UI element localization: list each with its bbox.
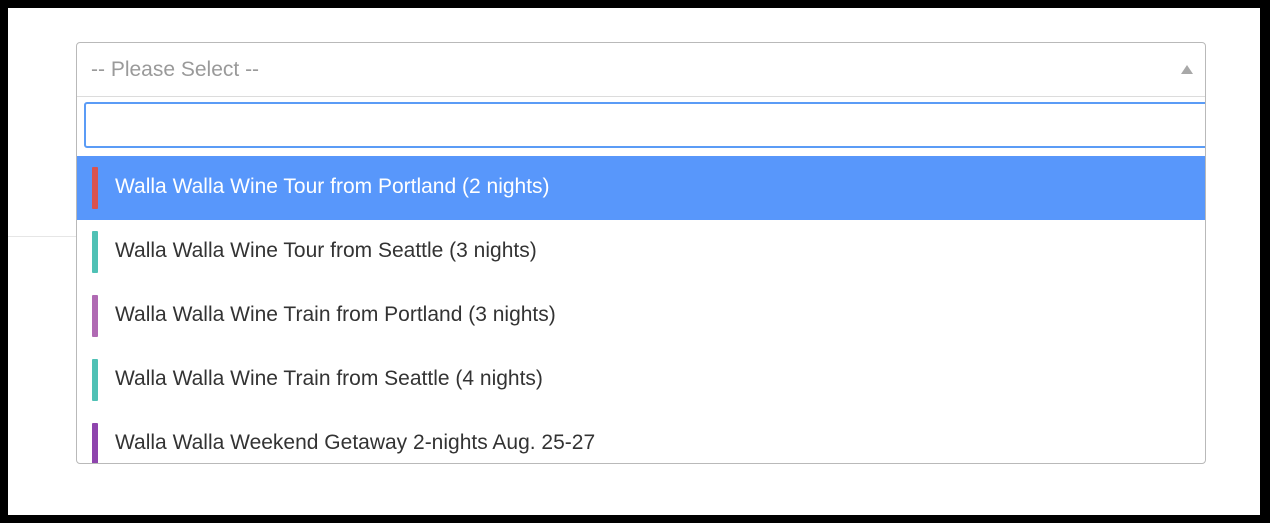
color-swatch bbox=[92, 359, 98, 401]
background-divider bbox=[8, 236, 80, 237]
color-swatch bbox=[92, 423, 98, 463]
option-label: Walla Walla Weekend Getaway 2-nights Aug… bbox=[115, 431, 596, 454]
option-item[interactable]: Walla Walla Wine Tour from Portland (2 n… bbox=[77, 156, 1205, 220]
color-swatch bbox=[92, 231, 98, 273]
option-item[interactable]: Walla Walla Wine Tour from Seattle (3 ni… bbox=[77, 220, 1205, 284]
color-swatch bbox=[92, 167, 98, 209]
option-label: Walla Walla Wine Train from Portland (3 … bbox=[115, 303, 556, 326]
option-item[interactable]: Walla Walla Wine Train from Seattle (4 n… bbox=[77, 348, 1205, 412]
option-label: Walla Walla Wine Tour from Portland (2 n… bbox=[115, 175, 550, 198]
search-input[interactable] bbox=[84, 102, 1205, 148]
search-area bbox=[77, 97, 1205, 157]
tour-select-dropdown[interactable]: -- Please Select -- Walla Walla Wine Tou… bbox=[76, 42, 1206, 464]
color-swatch bbox=[92, 295, 98, 337]
option-item[interactable]: Walla Walla Wine Train from Portland (3 … bbox=[77, 284, 1205, 348]
select-placeholder: -- Please Select -- bbox=[91, 58, 260, 81]
select-header[interactable]: -- Please Select -- bbox=[77, 43, 1205, 97]
option-item[interactable]: Walla Walla Weekend Getaway 2-nights Aug… bbox=[77, 412, 1205, 463]
options-list: Walla Walla Wine Tour from Portland (2 n… bbox=[77, 156, 1205, 463]
option-label: Walla Walla Wine Train from Seattle (4 n… bbox=[115, 367, 543, 390]
option-label: Walla Walla Wine Tour from Seattle (3 ni… bbox=[115, 239, 537, 262]
caret-up-icon[interactable] bbox=[1181, 65, 1193, 74]
